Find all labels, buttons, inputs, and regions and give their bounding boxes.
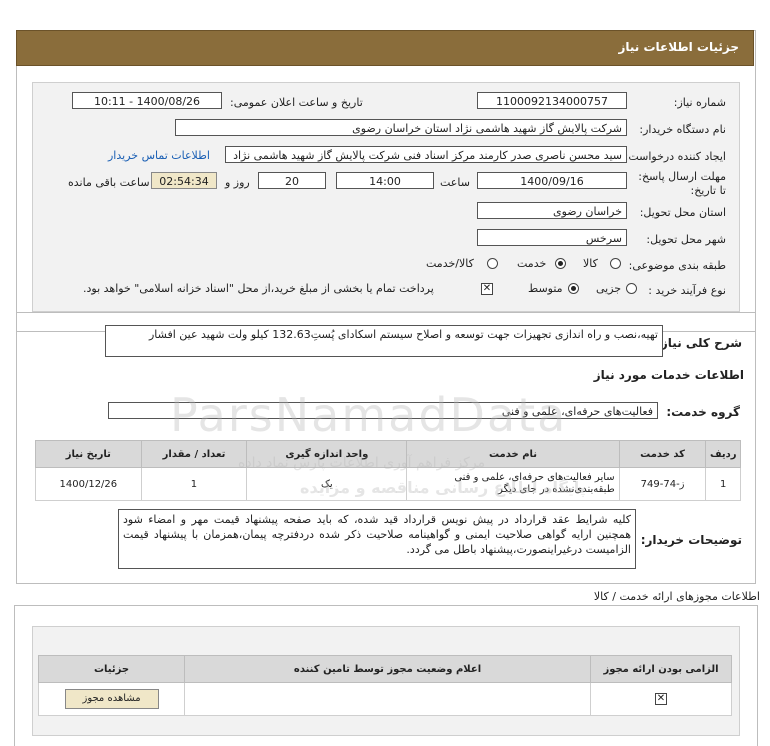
service-group-label: گروه خدمت:: [666, 405, 740, 419]
cell-name: سایر فعالیت‌های حرفه‌ای، علمی و فنی طبقه…: [406, 467, 620, 501]
city-label: شهر محل تحویل:: [646, 233, 726, 246]
col-status: اعلام وضعیت مجوز توسط تامین کننده: [184, 655, 592, 683]
cell-code: ز-74-749: [618, 467, 707, 501]
days-field[interactable]: 20: [258, 172, 326, 189]
category-radio-service[interactable]: [555, 258, 566, 269]
announce-field[interactable]: 1400/08/26 - 10:11: [72, 92, 222, 109]
col-code: کد خدمت: [618, 440, 707, 468]
col-details: جزئیات: [37, 655, 186, 683]
permits-table-header: الزامی بودن ارائه مجوز اعلام وضعیت مجوز …: [37, 655, 732, 683]
category-option-goods: کالا: [583, 257, 598, 270]
service-group-field[interactable]: فعالیت‌های حرفه‌ای، علمی و فنی: [108, 402, 658, 419]
need-number-field[interactable]: 1100092134000757: [477, 92, 627, 109]
buyer-notes-text: کلیه شرایط عقد قرارداد در پیش نویس قرارد…: [118, 509, 636, 569]
view-permit-button[interactable]: مشاهده مجوز: [64, 689, 159, 709]
need-info-panel: [32, 82, 740, 312]
category-radio-goods-service[interactable]: [487, 258, 498, 269]
remaining-label: ساعت باقی مانده: [68, 176, 150, 189]
permits-table: الزامی بودن ارائه مجوز اعلام وضعیت مجوز …: [37, 655, 732, 716]
days-label: روز و: [225, 176, 250, 189]
deadline-date-field[interactable]: 1400/09/16: [477, 172, 627, 189]
process-label: نوع فرآیند خرید :: [648, 284, 726, 297]
permits-section-title: اطلاعات مجوزهای ارائه خدمت / کالا: [593, 590, 760, 603]
process-radio-minor[interactable]: [626, 283, 637, 294]
deadline-label: مهلت ارسال پاسخ: تا تاریخ:: [638, 170, 726, 197]
process-radio-medium[interactable]: [568, 283, 579, 294]
cell-unit: یک: [246, 467, 408, 501]
col-unit: واحد اندازه گیری: [246, 440, 408, 468]
process-option-minor: جزیی: [596, 282, 622, 295]
col-qty: تعداد / مقدار: [140, 440, 248, 468]
category-label: طبقه بندی موضوعی:: [628, 259, 726, 272]
cell-date: 1400/12/26: [35, 467, 142, 501]
table-row[interactable]: 1 ز-74-749 سایر فعالیت‌های حرفه‌ای، علمی…: [35, 467, 741, 501]
deadline-time-field[interactable]: 14:00: [336, 172, 434, 189]
services-table-header: ردیف کد خدمت نام خدمت واحد اندازه گیری ت…: [35, 440, 741, 468]
buyer-label: نام دستگاه خریدار:: [639, 123, 726, 136]
contact-buyer-link[interactable]: اطلاعات تماس خریدار: [108, 149, 210, 162]
col-date: تاریخ نیاز: [35, 440, 142, 468]
category-option-goods-service: کالا/خدمت: [426, 257, 474, 270]
buyer-notes-label: توضیحات خریدار:: [640, 533, 742, 547]
creator-field[interactable]: سید محسن ناصری صدر کارمند مرکز اسناد فنی…: [225, 146, 627, 163]
page-header: جزئیات اطلاعات نیاز: [16, 30, 754, 66]
process-option-medium: متوسط: [528, 282, 563, 295]
cell-required: ✕: [590, 682, 732, 716]
col-row: ردیف: [705, 440, 741, 468]
col-name: نام خدمت: [406, 440, 620, 468]
cell-details: مشاهده مجوز: [37, 682, 186, 716]
province-field[interactable]: خراسان رضوی: [477, 202, 627, 219]
need-number-label: شماره نیاز:: [673, 96, 726, 109]
category-option-service: خدمت: [517, 257, 547, 270]
deadline-time-label: ساعت: [440, 176, 470, 189]
cell-status: [184, 682, 592, 716]
services-section-title: اطلاعات خدمات مورد نیاز: [593, 368, 744, 382]
creator-label: ایجاد کننده درخواست:: [624, 150, 726, 163]
province-label: استان محل تحویل:: [639, 206, 726, 219]
city-field[interactable]: سرخس: [477, 229, 627, 246]
col-required: الزامی بودن ارائه مجوز: [590, 655, 732, 683]
page-title: جزئیات اطلاعات نیاز: [618, 40, 739, 54]
summary-label: شرح کلی نیاز:: [656, 336, 742, 350]
buyer-field[interactable]: شرکت پالایش گاز شهید هاشمی نژاد استان خر…: [175, 119, 627, 136]
remaining-timer: 02:54:34: [151, 172, 217, 189]
category-radio-goods[interactable]: [610, 258, 621, 269]
announce-label: تاریخ و ساعت اعلان عمومی:: [230, 96, 363, 109]
payment-note: پرداخت تمام یا بخشی از مبلغ خرید،از محل …: [83, 282, 434, 295]
required-checkbox: ✕: [655, 693, 667, 705]
payment-checkbox[interactable]: ✕: [481, 283, 493, 295]
cell-row: 1: [705, 467, 741, 501]
cell-qty: 1: [140, 467, 248, 501]
services-table: ردیف کد خدمت نام خدمت واحد اندازه گیری ت…: [35, 440, 741, 501]
summary-text: تهیه،نصب و راه اندازی تجهیزات جهت توسعه …: [105, 325, 663, 357]
table-row: ✕ مشاهده مجوز: [37, 682, 732, 716]
